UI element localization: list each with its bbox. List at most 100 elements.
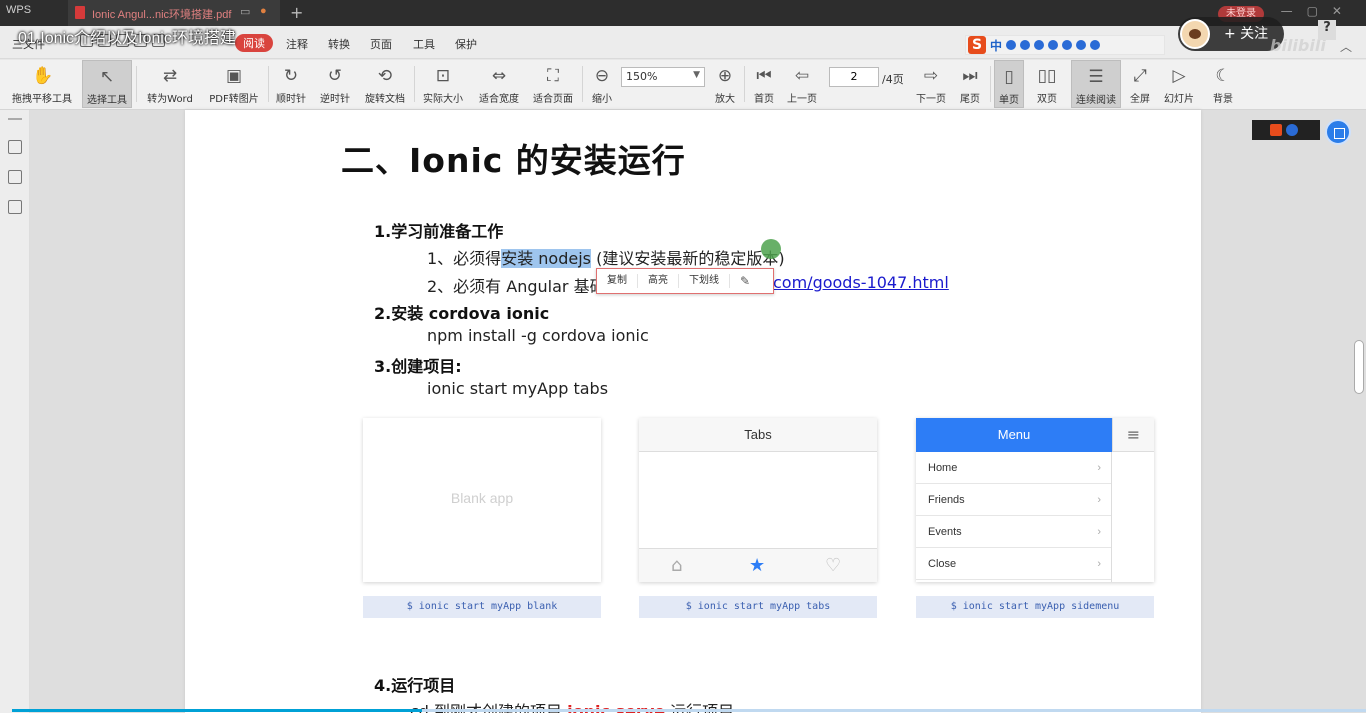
vertical-scrollbar[interactable] <box>1354 340 1364 394</box>
list-item: Close › <box>916 548 1111 580</box>
text-fragment: 1、必须得 <box>427 249 502 268</box>
page-number-input[interactable]: 2 <box>829 67 879 87</box>
first-page-label: 首页 <box>754 94 774 105</box>
floating-tool-button[interactable] <box>1325 119 1351 145</box>
zoom-out-button[interactable]: ⊖ 缩小 <box>586 60 618 108</box>
text-line[interactable]: 1、必须得安装 nodejs (建议安装最新的稳定版本) <box>427 245 785 269</box>
rotate-counterclockwise-button[interactable]: ↺ 逆时针 <box>316 60 354 108</box>
sogou-icon[interactable] <box>1270 124 1282 136</box>
link-text[interactable]: com/goods-1047.html <box>773 273 949 292</box>
rotate-clockwise-button[interactable]: ↻ 顺时针 <box>272 60 310 108</box>
hand-tool-button[interactable]: ✋ 拖拽平移工具 <box>8 60 76 108</box>
to-word-button[interactable]: ⇄ 转为Word <box>140 60 200 108</box>
menu-protect[interactable]: 保护 <box>455 36 477 52</box>
wps-logo[interactable]: WPS <box>6 4 31 16</box>
course-link[interactable]: com/goods-1047.html <box>773 273 949 292</box>
first-page-button[interactable]: ⏮ 首页 <box>748 60 780 108</box>
continuous-read-button[interactable]: ☰ 连续阅读 <box>1071 60 1121 108</box>
menu-page[interactable]: 页面 <box>370 36 392 52</box>
rotate-ccw-icon: ↺ <box>327 66 343 86</box>
tab-bar: WPS Ionic Angul...nic环境搭建.pdf ▭ ● + 未登录 … <box>0 0 1366 26</box>
tabs-app-preview: Tabs ⌂ ★ ♡ <box>639 418 877 582</box>
zoom-in-button[interactable]: ⊕ 放大 <box>709 60 741 108</box>
blank-app-preview: Blank app <box>363 418 601 582</box>
code-snippet: $ ionic start myApp blank <box>363 596 601 618</box>
to-word-label: 转为Word <box>147 94 193 105</box>
arrow-left-icon: ⇦ <box>794 66 810 86</box>
cursor-icon: ↖ <box>99 67 115 87</box>
thumbnail-icon[interactable] <box>8 170 22 184</box>
page-heading: 二、Ionic 的安装运行 <box>341 141 686 180</box>
highlight-button[interactable]: 高亮 <box>638 274 679 288</box>
rotate-cw-icon: ↻ <box>283 66 299 86</box>
ime-mini-toolbar[interactable] <box>1252 120 1320 140</box>
menu-tools[interactable]: 工具 <box>413 36 435 52</box>
rotate-doc-label: 旋转文档 <box>365 94 405 105</box>
selected-text[interactable]: 安装 nodejs <box>501 249 591 268</box>
ime-toolbar[interactable]: S 中 <box>965 35 1165 55</box>
window-icon[interactable]: ▭ <box>240 5 250 18</box>
underline-button[interactable]: 下划线 <box>679 274 730 288</box>
window-controls[interactable]: —▢✕ <box>1281 4 1356 18</box>
document-tab[interactable]: Ionic Angul...nic环境搭建.pdf ▭ ● <box>68 0 280 26</box>
rotate-document-button[interactable]: ⟲ 旋转文档 <box>360 60 410 108</box>
help-icon[interactable]: ? <box>1318 20 1336 40</box>
moon-icon: ☾ <box>1215 66 1231 86</box>
help-circle-icon[interactable] <box>1286 124 1298 136</box>
ime-emoji-icon[interactable] <box>1034 40 1045 50</box>
fit-width-label: 适合宽度 <box>479 94 519 105</box>
section-title: 1.学习前准备工作 <box>374 218 503 242</box>
ime-skin-icon[interactable] <box>1076 40 1087 50</box>
menu-header: Menu <box>916 418 1112 452</box>
chevron-down-icon: ▼ <box>693 70 700 80</box>
sidebar-grip[interactable] <box>8 118 22 120</box>
ime-keyboard-icon[interactable] <box>1062 40 1073 50</box>
copy-button[interactable]: 复制 <box>597 274 638 288</box>
code-snippet: $ ionic start myApp tabs <box>639 596 877 618</box>
section-2-title: 2.安装 cordova ionic <box>374 304 550 323</box>
single-page-label: 单页 <box>999 95 1019 106</box>
actual-size-button[interactable]: ⊡ 实际大小 <box>418 60 468 108</box>
ime-moon-icon[interactable] <box>1006 40 1017 50</box>
menu-annotate[interactable]: 注释 <box>286 36 308 52</box>
counterclockwise-label: 逆时针 <box>320 94 350 105</box>
next-page-button[interactable]: ⇨ 下一页 <box>912 60 950 108</box>
actual-size-icon: ⊡ <box>435 66 451 86</box>
double-page-button[interactable]: ▯▯ 双页 <box>1028 60 1066 108</box>
uploader-avatar[interactable] <box>1180 19 1210 49</box>
select-tool-button[interactable]: ↖ 选择工具 <box>82 60 132 108</box>
video-title: 01 Ionic介绍以及Ionic环境搭建 <box>18 30 236 47</box>
toolbar-divider <box>414 66 415 102</box>
fit-width-button[interactable]: ⇔ 适合宽度 <box>474 60 524 108</box>
chevron-up-icon[interactable]: ︿ <box>1340 38 1352 55</box>
menu-read[interactable]: 阅读 <box>235 34 273 52</box>
ime-punct-icon[interactable] <box>1020 40 1031 50</box>
fullscreen-button[interactable]: ⤢ 全屏 <box>1126 60 1154 108</box>
pdf-to-image-button[interactable]: ▣ PDF转图片 <box>204 60 264 108</box>
first-page-icon: ⏮ <box>756 66 772 86</box>
document-tab-label: Ionic Angul...nic环境搭建.pdf <box>92 9 232 21</box>
background-button[interactable]: ☾ 背景 <box>1206 60 1240 108</box>
hamburger-icon: ≡ <box>1112 418 1154 452</box>
close-tab-icon[interactable]: ● <box>260 5 267 17</box>
outline-icon[interactable] <box>8 140 22 154</box>
ime-grid-icon[interactable] <box>1090 40 1101 50</box>
ime-language[interactable]: 中 <box>990 37 1002 54</box>
pdf-icon <box>75 6 85 19</box>
section-1-title: 1.学习前准备工作 <box>374 222 504 241</box>
annotation-icon[interactable] <box>8 200 22 214</box>
continuous-icon: ☰ <box>1088 67 1104 87</box>
last-page-button[interactable]: ⏭ 尾页 <box>954 60 986 108</box>
zoom-select[interactable]: 150% ▼ <box>621 67 705 87</box>
fit-page-button[interactable]: ⛶ 适合页面 <box>528 60 578 108</box>
arrow-right-icon: ⇨ <box>923 66 939 86</box>
menu-convert[interactable]: 转换 <box>328 36 350 52</box>
fullscreen-label: 全屏 <box>1130 94 1150 105</box>
prev-page-button[interactable]: ⇦ 上一页 <box>784 60 820 108</box>
slideshow-button[interactable]: ▷ 幻灯片 <box>1160 60 1198 108</box>
note-icon[interactable]: ✎ <box>730 274 760 288</box>
zoom-in-icon: ⊕ <box>717 66 733 86</box>
single-page-button[interactable]: ▯ 单页 <box>994 60 1024 108</box>
ime-voice-icon[interactable] <box>1048 40 1059 50</box>
new-tab-icon[interactable]: + <box>290 3 303 22</box>
